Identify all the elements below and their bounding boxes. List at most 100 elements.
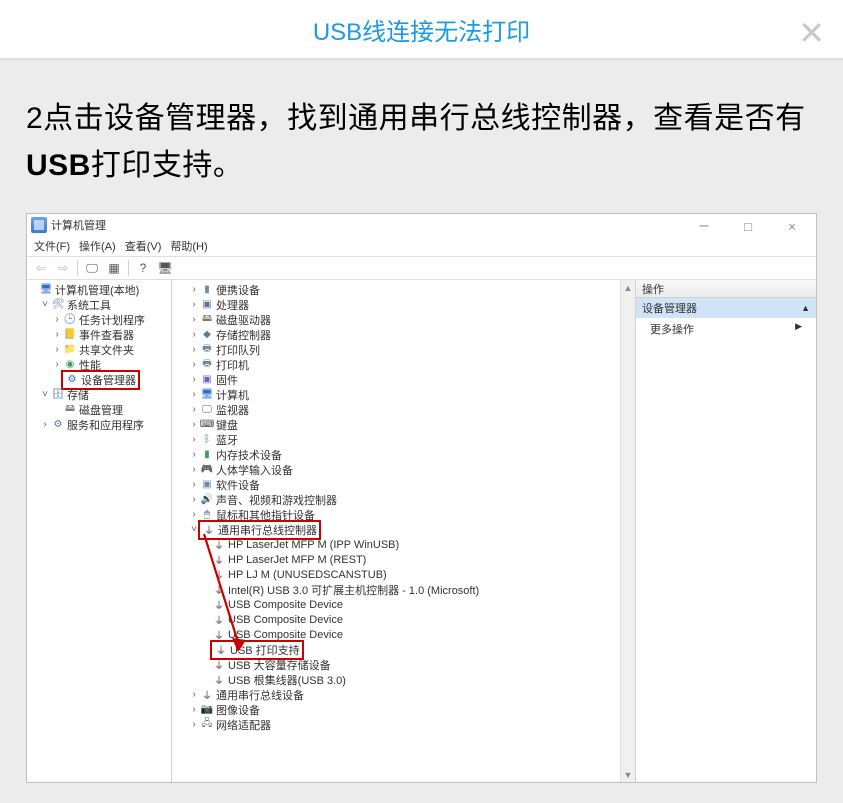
usb-hp2[interactable]: ⏚HP LaserJet MFP M (REST) (176, 552, 635, 567)
toolbar-separator (77, 260, 78, 276)
tree-disk-management[interactable]: 🖴磁盘管理 (27, 402, 171, 417)
usb-device-icon: ⏚ (212, 613, 226, 627)
printer-icon: 🖶 (200, 358, 214, 372)
tree-root[interactable]: 🖥计算机管理(本地) (27, 282, 171, 297)
window-close-button[interactable]: × (770, 216, 814, 236)
cat-computer[interactable]: ›🖥计算机 (176, 387, 635, 402)
instruction-text: 2点击设备管理器，找到通用串行总线控制器，查看是否有USB打印支持。 (26, 96, 817, 189)
cat-processors[interactable]: ›▣处理器 (176, 297, 635, 312)
content-area: 2点击设备管理器，找到通用串行总线控制器，查看是否有USB打印支持。 计算机管理… (0, 60, 843, 803)
software-icon: ▣ (200, 478, 214, 492)
cat-usb-controllers[interactable]: ˅⏚通用串行总线控制器 (176, 522, 635, 537)
page-header: USB线连接无法打印 ✕ (0, 0, 843, 60)
tree-event-viewer[interactable]: ›📒事件查看器 (27, 327, 171, 342)
menu-view[interactable]: 查看(V) (122, 237, 165, 255)
cat-firmware[interactable]: ›▣固件 (176, 372, 635, 387)
back-button[interactable]: ⇦ (31, 258, 51, 278)
storage-controller-icon: ◆ (200, 328, 214, 342)
vertical-scrollbar[interactable]: ▲ ▼ (620, 280, 635, 782)
disk-drive-icon: 🖴 (200, 313, 214, 327)
device-manager-icon: ⚙ (65, 373, 79, 387)
actions-more[interactable]: 更多操作 ▶ (636, 318, 816, 340)
actions-more-label: 更多操作 (650, 321, 694, 337)
menubar: 文件(F) 操作(A) 查看(V) 帮助(H) (27, 236, 816, 256)
collapse-icon: ▲ (801, 303, 810, 313)
menu-action[interactable]: 操作(A) (76, 237, 119, 255)
cat-imaging-devices[interactable]: ›📷图像设备 (176, 702, 635, 717)
instruction-suffix: 打印支持。 (91, 149, 244, 182)
cat-usb-devices[interactable]: ›⏚通用串行总线设备 (176, 687, 635, 702)
computer-icon: 🖥 (39, 283, 53, 297)
audio-icon: 🔊 (200, 493, 214, 507)
usb-composite-1[interactable]: ⏚USB Composite Device (176, 597, 635, 612)
maximize-button[interactable]: □ (726, 216, 770, 236)
window-titlebar: 计算机管理 – □ × (27, 214, 816, 236)
cat-monitors[interactable]: ›🖵监视器 (176, 402, 635, 417)
tree-system-tools[interactable]: ˅🛠系统工具 (27, 297, 171, 312)
usb-root-hub[interactable]: ⏚USB 根集线器(USB 3.0) (176, 672, 635, 687)
usb-mass-storage[interactable]: ⏚USB 大容量存储设备 (176, 657, 635, 672)
cat-audio[interactable]: ›🔊声音、视频和游戏控制器 (176, 492, 635, 507)
imaging-icon: 📷 (200, 703, 214, 717)
cat-hid[interactable]: ›🎮人体学输入设备 (176, 462, 635, 477)
usb-print-support[interactable]: ⏚USB 打印支持 (176, 642, 635, 657)
tree-task-scheduler[interactable]: ›🕒任务计划程序 (27, 312, 171, 327)
window-title: 计算机管理 (51, 217, 106, 233)
toolbar-separator (128, 260, 129, 276)
keyboard-icon: ⌨ (200, 418, 214, 432)
portable-icon: ▮ (200, 283, 214, 297)
hid-icon: 🎮 (200, 463, 214, 477)
firmware-icon: ▣ (200, 373, 214, 387)
cpu-icon: ▣ (200, 298, 214, 312)
toolbar-console-icon[interactable]: 🖵 (82, 258, 102, 278)
actions-header: 操作 (636, 280, 816, 298)
tree-device-manager[interactable]: ⚙设备管理器 (27, 372, 171, 387)
usb-device-icon: ⏚ (212, 658, 226, 672)
submenu-arrow-icon: ▶ (795, 321, 802, 337)
toolbar-monitor-icon[interactable]: 🖥 (155, 258, 175, 278)
menu-help[interactable]: 帮助(H) (167, 237, 210, 255)
usb-icon: ⏚ (200, 688, 214, 702)
usb-device-icon: ⏚ (212, 673, 226, 687)
cat-memory-tech[interactable]: ›▮内存技术设备 (176, 447, 635, 462)
scroll-down-button[interactable]: ▼ (621, 767, 635, 782)
cat-portable[interactable]: ›▮便携设备 (176, 282, 635, 297)
cat-network-adapters[interactable]: ›🖧网络适配器 (176, 717, 635, 732)
usb-composite-2[interactable]: ⏚USB Composite Device (176, 612, 635, 627)
memory-icon: ▮ (200, 448, 214, 462)
gear-icon: 🛠 (51, 298, 65, 312)
usb-device-icon: ⏚ (212, 553, 226, 567)
left-nav-pane: 🖥计算机管理(本地) ˅🛠系统工具 ›🕒任务计划程序 ›📒事件查看器 ›📁共享文… (27, 280, 172, 782)
window-body: 🖥计算机管理(本地) ˅🛠系统工具 ›🕒任务计划程序 ›📒事件查看器 ›📁共享文… (27, 280, 816, 782)
monitor-icon: 🖵 (200, 403, 214, 417)
storage-icon: 🗄 (51, 388, 65, 402)
usb-intel[interactable]: ⏚Intel(R) USB 3.0 可扩展主机控制器 - 1.0 (Micros… (176, 582, 635, 597)
cat-print-queues[interactable]: ›🖶打印队列 (176, 342, 635, 357)
actions-pane: 操作 设备管理器 ▲ 更多操作 ▶ (636, 280, 816, 782)
forward-button[interactable]: ⇨ (53, 258, 73, 278)
actions-selected-item[interactable]: 设备管理器 ▲ (636, 298, 816, 318)
window-system-buttons: – □ × (682, 216, 814, 236)
disk-icon: 🖴 (63, 403, 77, 417)
minimize-button[interactable]: – (682, 216, 726, 236)
cat-storage-controllers[interactable]: ›◆存储控制器 (176, 327, 635, 342)
cat-bluetooth[interactable]: ›ᛒ蓝牙 (176, 432, 635, 447)
cat-software-devices[interactable]: ›▣软件设备 (176, 477, 635, 492)
toolbar-properties-icon[interactable]: ▦ (104, 258, 124, 278)
usb-hp3[interactable]: ⏚HP LJ M (UNUSEDSCANSTUB) (176, 567, 635, 582)
usb-hp1[interactable]: ⏚HP LaserJet MFP M (IPP WinUSB) (176, 537, 635, 552)
scroll-up-button[interactable]: ▲ (621, 280, 635, 295)
menu-file[interactable]: 文件(F) (31, 237, 73, 255)
toolbar-help-icon[interactable]: ? (133, 258, 153, 278)
services-icon: ⚙ (51, 418, 65, 432)
usb-device-icon: ⏚ (212, 598, 226, 612)
cat-keyboards[interactable]: ›⌨键盘 (176, 417, 635, 432)
close-button[interactable]: ✕ (798, 14, 825, 52)
cat-printers[interactable]: ›🖶打印机 (176, 357, 635, 372)
cat-disk-drives[interactable]: ›🖴磁盘驱动器 (176, 312, 635, 327)
tree-shared-folders[interactable]: ›📁共享文件夹 (27, 342, 171, 357)
usb-device-icon: ⏚ (214, 643, 228, 657)
device-manager-window: 计算机管理 – □ × 文件(F) 操作(A) 查看(V) 帮助(H) ⇦ ⇨ … (26, 213, 817, 783)
device-tree-pane: ›▮便携设备 ›▣处理器 ›🖴磁盘驱动器 ›◆存储控制器 ›🖶打印队列 ›🖶打印… (172, 280, 636, 782)
tree-services[interactable]: ›⚙服务和应用程序 (27, 417, 171, 432)
